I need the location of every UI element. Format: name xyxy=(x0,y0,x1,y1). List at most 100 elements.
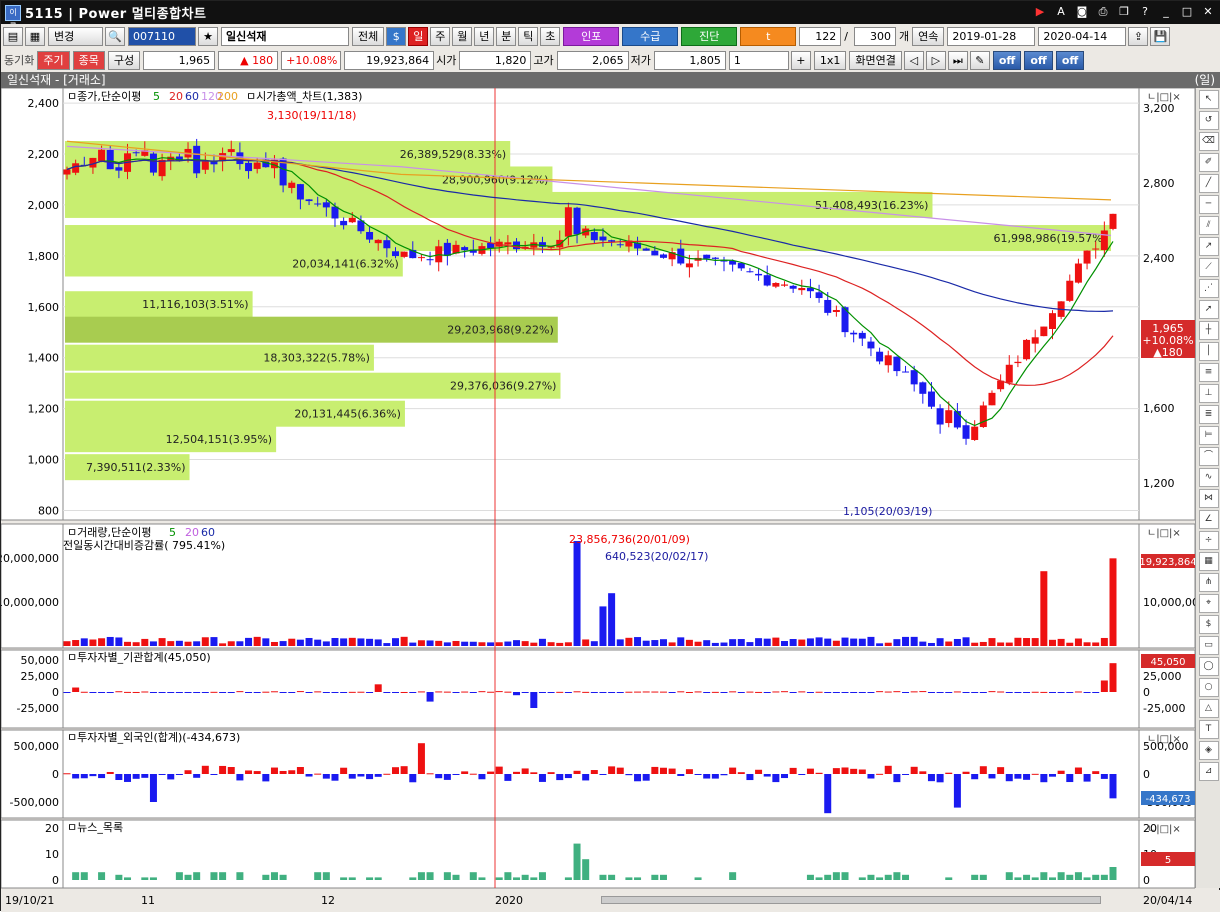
trend-icon[interactable]: ↗ xyxy=(1198,237,1219,256)
erase-all-icon[interactable]: ⌫ xyxy=(1198,132,1219,151)
cursor-icon[interactable]: ↖ xyxy=(1198,90,1219,109)
save-layout-icon[interactable]: ▦ xyxy=(25,26,45,46)
inst-bar xyxy=(469,692,477,693)
play-icon[interactable]: ▶ xyxy=(1031,4,1049,20)
news-y2-tick: 20 xyxy=(1143,822,1157,835)
foreign-bar xyxy=(642,774,650,781)
toggle-off-2[interactable]: off xyxy=(1024,50,1053,70)
item-button[interactable]: 종목 xyxy=(72,50,105,70)
fib-icon[interactable]: ≡ xyxy=(1198,363,1219,382)
ellipse-icon[interactable]: ◯ xyxy=(1198,657,1219,676)
news-bar xyxy=(902,874,910,880)
minimize-icon[interactable]: _ xyxy=(1157,4,1175,20)
inst-bar xyxy=(521,692,529,693)
fill-icon[interactable]: ◈ xyxy=(1198,741,1219,760)
main-chart-button[interactable]: 주기 xyxy=(37,50,70,70)
arrow-icon[interactable]: ➚ xyxy=(1198,300,1219,319)
inst-bar xyxy=(789,692,797,693)
inst-bar xyxy=(1092,692,1100,693)
period-second[interactable]: 초 xyxy=(540,26,561,46)
close-icon[interactable]: ✕ xyxy=(1199,4,1217,20)
start-date-field[interactable]: 2019-01-28 xyxy=(947,26,1036,46)
foreign-bar xyxy=(513,771,521,774)
diagnose-button[interactable]: 진단 xyxy=(681,26,738,46)
maximize-icon[interactable]: □ xyxy=(1178,4,1196,20)
continuous-button[interactable]: 연속 xyxy=(912,26,945,46)
total-count-field[interactable]: 300 xyxy=(853,26,896,46)
undo-icon[interactable]: ↺ xyxy=(1198,111,1219,130)
news-bar xyxy=(184,874,192,880)
period-day[interactable]: 일 xyxy=(408,26,429,46)
bar-count-field[interactable]: 122 xyxy=(799,26,842,46)
speed-icon[interactable]: ⌖ xyxy=(1198,594,1219,613)
screen-link-button[interactable]: 화면연결 xyxy=(849,50,902,70)
chart-area[interactable]: ㄴ|□|×ㄴ|□|×ㄴ|□|×ㄴ|□|×ㄴ|□|×2,4002,2002,000… xyxy=(1,88,1195,890)
foreign-bar xyxy=(391,767,399,774)
stock-code-input[interactable]: 007110 xyxy=(128,26,196,46)
plus-icon[interactable]: + xyxy=(790,50,811,70)
vline-icon[interactable]: │ xyxy=(1198,342,1219,361)
compose-button[interactable]: 구성 xyxy=(107,50,141,70)
cross-icon[interactable]: ┼ xyxy=(1198,321,1219,340)
help-icon[interactable]: ? xyxy=(1136,4,1154,20)
disk-save-icon[interactable]: 💾 xyxy=(1150,26,1171,46)
gann-icon[interactable]: ⊥ xyxy=(1198,384,1219,403)
triangle-icon[interactable]: △ xyxy=(1198,699,1219,718)
supply-button[interactable]: 수급 xyxy=(622,26,679,46)
price-icon[interactable]: $ xyxy=(1198,615,1219,634)
favorite-star-icon[interactable]: ★ xyxy=(198,26,218,46)
bullhorn-icon[interactable]: ⊿ xyxy=(1198,762,1219,781)
next-icon[interactable]: ▷ xyxy=(925,50,946,70)
cycle-icon[interactable]: ≣ xyxy=(1198,405,1219,424)
stock-name-field[interactable]: 일신석재 xyxy=(221,26,349,46)
print-icon[interactable]: ⎙ xyxy=(1094,4,1112,20)
pen-icon[interactable]: ✎ xyxy=(969,50,990,70)
fast-forward-icon[interactable]: ⏭ xyxy=(947,50,968,70)
period-month[interactable]: 월 xyxy=(452,26,473,46)
hline-icon[interactable]: ─ xyxy=(1198,195,1219,214)
search-icon[interactable]: 🔍 xyxy=(105,26,125,46)
infopo-button[interactable]: 인포 xyxy=(563,26,620,46)
period-week[interactable]: 주 xyxy=(430,26,451,46)
coin-icon[interactable]: $ xyxy=(386,26,407,46)
inst-bar xyxy=(573,691,581,693)
foreign-bar xyxy=(461,771,469,774)
text-icon[interactable]: T xyxy=(1198,720,1219,739)
line-icon[interactable]: ╱ xyxy=(1198,174,1219,193)
period-tick[interactable]: 틱 xyxy=(518,26,539,46)
angle-icon[interactable]: ∠ xyxy=(1198,510,1219,529)
retrace-icon[interactable]: ⊨ xyxy=(1198,426,1219,445)
fan-icon[interactable]: ⋰ xyxy=(1198,279,1219,298)
rect-icon[interactable]: ▭ xyxy=(1198,636,1219,655)
toggle-off-3[interactable]: off xyxy=(1055,50,1085,70)
pattern-icon[interactable]: ⋈ xyxy=(1198,489,1219,508)
horizontal-scrollbar[interactable] xyxy=(601,896,1101,904)
restore-icon[interactable]: ❐ xyxy=(1115,4,1133,20)
wave-icon[interactable]: ∿ xyxy=(1198,468,1219,487)
end-date-field[interactable]: 2020-04-14 xyxy=(1038,26,1127,46)
circle-icon[interactable]: ○ xyxy=(1198,678,1219,697)
export-icon[interactable]: ⇪ xyxy=(1128,26,1149,46)
font-a-icon[interactable]: A xyxy=(1052,4,1070,20)
ray-icon[interactable]: ⟋ xyxy=(1198,258,1219,277)
one-by-one-button[interactable]: 1x1 xyxy=(813,50,847,70)
period-minute[interactable]: 분 xyxy=(496,26,517,46)
overlay-count-select[interactable]: 1 xyxy=(728,50,789,70)
arc-icon[interactable]: ⌒ xyxy=(1198,447,1219,466)
toggle-off-1[interactable]: off xyxy=(992,50,1022,70)
fork-icon[interactable]: ⋔ xyxy=(1198,573,1219,592)
inst-bar xyxy=(772,691,780,693)
grid-icon[interactable]: ▦ xyxy=(1198,552,1219,571)
prev-icon[interactable]: ◁ xyxy=(903,50,924,70)
ratio-icon[interactable]: ÷ xyxy=(1198,531,1219,550)
period-year[interactable]: 년 xyxy=(474,26,495,46)
volume-bar xyxy=(149,641,157,646)
foreign-bar xyxy=(417,743,425,774)
t-button[interactable]: t xyxy=(740,26,797,46)
menu-icon[interactable]: ▤ xyxy=(3,26,23,46)
capture-icon[interactable]: ◙ xyxy=(1073,4,1091,20)
change-button[interactable]: 변경 xyxy=(48,26,103,46)
erase-icon[interactable]: ✐ xyxy=(1198,153,1219,172)
channel-icon[interactable]: ⫽ xyxy=(1198,216,1219,235)
all-button[interactable]: 전체 xyxy=(352,26,385,46)
